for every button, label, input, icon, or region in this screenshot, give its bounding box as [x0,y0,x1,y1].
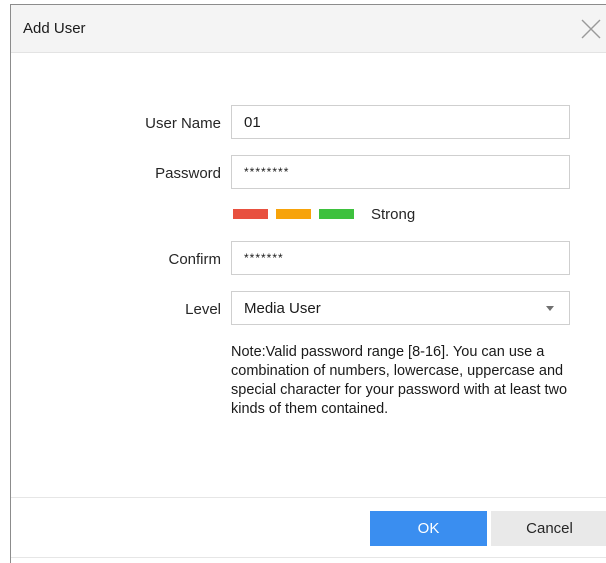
close-icon[interactable] [580,18,602,40]
add-user-dialog: Add User User Name Password Strong Confi… [10,4,606,563]
level-select-value: Media User [244,300,321,317]
confirm-label: Confirm [168,251,221,268]
password-label: Password [155,165,221,182]
dialog-header: Add User [11,5,606,53]
cancel-button[interactable]: Cancel [491,511,606,546]
confirm-password-input[interactable] [231,241,570,275]
level-select[interactable]: Media User [231,291,570,325]
strength-bar-strong [319,209,354,219]
ok-button[interactable]: OK [370,511,487,546]
strength-label: Strong [371,206,416,223]
user-name-input[interactable] [231,105,570,139]
dialog-title: Add User [23,20,86,37]
password-input[interactable] [231,155,570,189]
footer-divider [11,497,606,498]
password-note: Note:Valid password range [8-16]. You ca… [231,344,568,417]
user-name-label: User Name [145,115,221,132]
bottom-divider [11,557,606,558]
chevron-down-icon [546,306,554,311]
strength-bar-medium [276,209,311,219]
level-label: Level [185,301,221,318]
strength-bar-weak [233,209,268,219]
